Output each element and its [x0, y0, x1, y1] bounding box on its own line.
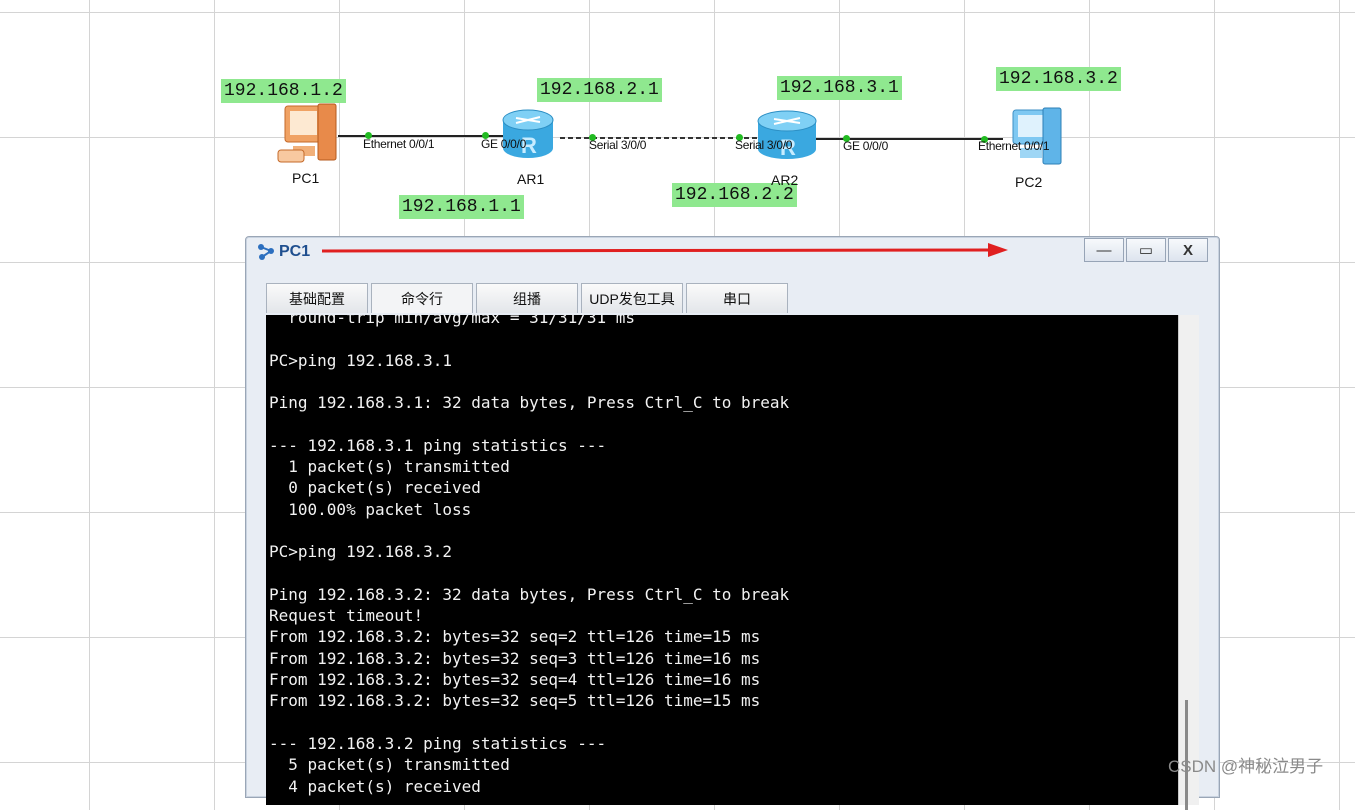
ip-label-ar2-ge: 192.168.3.1: [777, 76, 902, 100]
device-name-ar2: AR2: [771, 172, 799, 188]
terminal-line: 5 packet(s) transmitted: [269, 755, 510, 775]
terminal-line: From 192.168.3.2: bytes=32 seq=5 ttl=126…: [269, 691, 761, 711]
pc2-icon[interactable]: [1012, 107, 1062, 165]
port-label-ar2-serial: Serial 3/0/0: [735, 138, 793, 152]
device-name-ar1: AR1: [517, 171, 545, 187]
terminal-line: 1 packet(s) transmitted: [269, 457, 510, 477]
terminal-output[interactable]: round-trip min/avg/max = 31/31/31 ms PC>p…: [266, 315, 1178, 805]
minimize-button[interactable]: —: [1084, 238, 1124, 262]
terminal-line: --- 192.168.3.2 ping statistics ---: [269, 733, 607, 753]
ip-label-ar1-serial: 192.168.2.1: [537, 78, 662, 102]
tab-basic-config[interactable]: 基础配置: [266, 283, 368, 313]
close-button[interactable]: X: [1168, 238, 1208, 262]
port-label-ar1-serial: Serial 3/0/0: [589, 138, 647, 152]
ip-label-pc2: 192.168.3.2: [996, 67, 1121, 91]
pc1-icon[interactable]: [277, 103, 337, 163]
terminal-line: round-trip min/avg/max = 31/31/31 ms: [269, 315, 636, 327]
port-label-pc2-eth: Ethernet 0/0/1: [978, 139, 1050, 153]
terminal-lines: round-trip min/avg/max = 31/31/31 ms PC>p…: [269, 315, 789, 797]
ip-label-pc1: 192.168.1.2: [221, 79, 346, 103]
terminal-line: PC>ping 192.168.3.1: [269, 350, 453, 370]
terminal-line: Ping 192.168.3.1: 32 data bytes, Press C…: [269, 393, 790, 413]
terminal-scrollbar[interactable]: [1178, 315, 1199, 810]
terminal-line: 4 packet(s) received: [269, 776, 481, 796]
maximize-button[interactable]: ▭: [1126, 238, 1166, 262]
terminal-line: From 192.168.3.2: bytes=32 seq=4 ttl=126…: [269, 670, 761, 690]
window-titlebar[interactable]: PC1 — ▭ X: [246, 237, 1219, 267]
device-name-pc2: PC2: [1015, 174, 1043, 190]
terminal-line: Request timeout!: [269, 606, 424, 626]
ip-label-ar1-ge: 192.168.1.1: [399, 195, 524, 219]
port-label-pc1-eth: Ethernet 0/0/1: [363, 137, 435, 151]
terminal-line: PC>ping 192.168.3.2: [269, 542, 453, 562]
tab-udp-tool[interactable]: UDP发包工具: [581, 283, 683, 313]
port-label-ar1-ge: GE 0/0/0: [481, 137, 526, 151]
terminal-line: Ping 192.168.3.2: 32 data bytes, Press C…: [269, 584, 790, 604]
ar2-router-icon[interactable]: R: [757, 110, 817, 160]
terminal-line: 0 packet(s) received: [269, 478, 481, 498]
tab-command-line[interactable]: 命令行: [371, 283, 473, 313]
window-title: PC1: [279, 243, 311, 260]
network-topology: R R 192.168.1.2 192.168.1.1 192.168.2.1 …: [0, 0, 1355, 240]
terminal-line: From 192.168.3.2: bytes=32 seq=2 ttl=126…: [269, 627, 761, 647]
pc1-console-window[interactable]: PC1 — ▭ X 基础配置 命令行 组播 UDP发包工具 串口 round-t…: [245, 236, 1220, 810]
terminal-line: --- 192.168.3.1 ping statistics ---: [269, 435, 607, 455]
terminal-line: 100.00% packet loss: [269, 499, 472, 519]
tab-multicast[interactable]: 组播: [476, 283, 578, 313]
tab-serial[interactable]: 串口: [686, 283, 788, 313]
port-label-ar2-ge: GE 0/0/0: [843, 139, 888, 153]
network-app-icon: [256, 242, 276, 267]
device-name-pc1: PC1: [292, 170, 320, 186]
terminal-line: From 192.168.3.2: bytes=32 seq=3 ttl=126…: [269, 648, 761, 668]
watermark: CSDN @神秘泣男子: [1168, 757, 1324, 776]
